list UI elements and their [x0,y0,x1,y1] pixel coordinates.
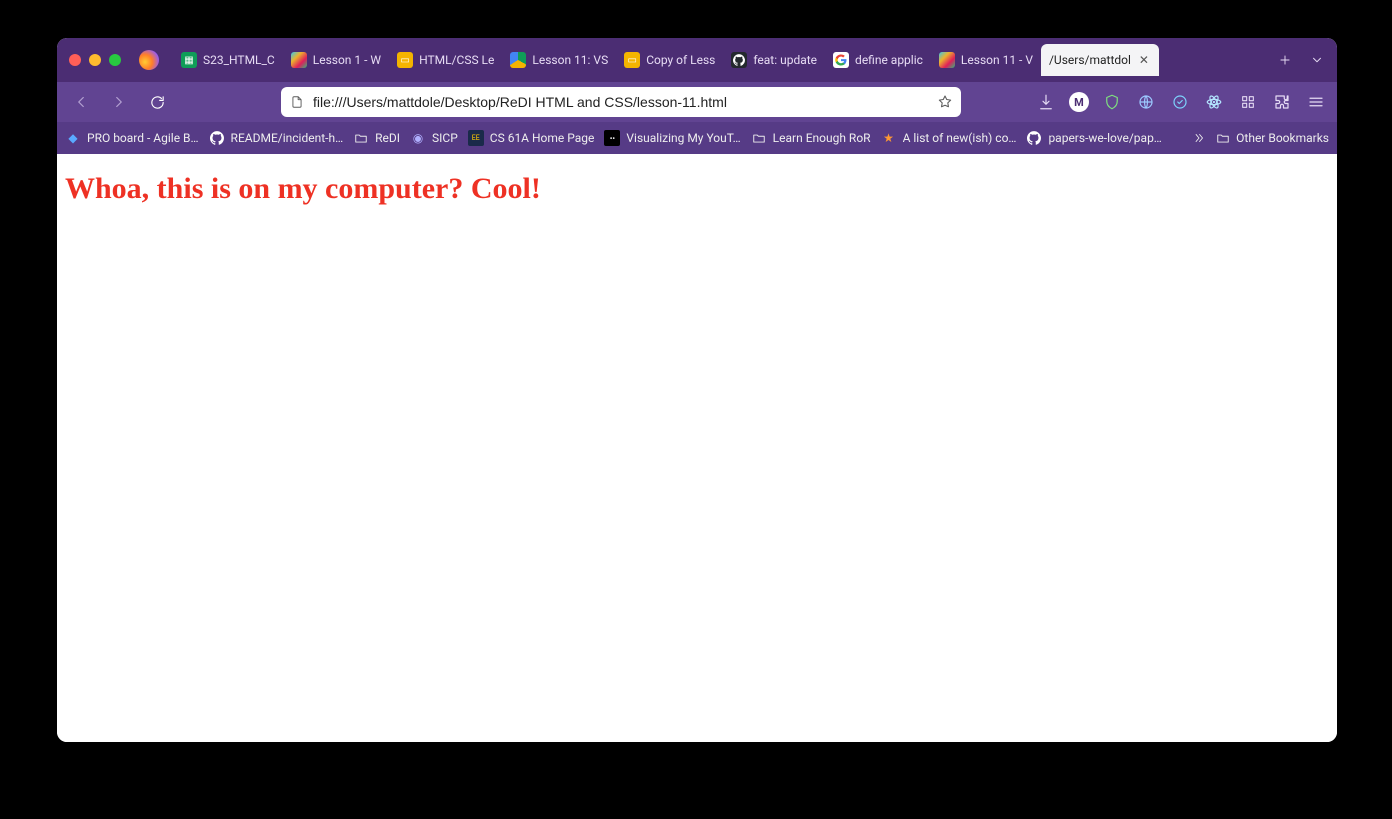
tab-s23-html[interactable]: ▦ S23_HTML_C [173,44,283,76]
drive-icon [510,52,526,68]
other-bookmarks-label: Other Bookmarks [1236,131,1329,145]
slack-icon [939,52,955,68]
folder-icon [353,130,369,146]
tab-strip: ▦ S23_HTML_C Lesson 1 - W ▭ HTML/CSS Le … [57,38,1337,82]
github-icon [731,52,747,68]
bookmark-star-icon[interactable] [937,94,953,110]
bookmark-sicp[interactable]: ◉ SICP [410,130,458,146]
toolbar-right: M [1035,91,1327,113]
reload-button[interactable] [143,88,171,116]
bookmark-papers-we-love[interactable]: papers-we-love/pap… [1026,130,1161,146]
tab-label: /Users/mattdol [1049,53,1131,67]
tab-label: Lesson 11 - V [961,53,1033,67]
url-input[interactable] [313,94,929,110]
tab-html-css[interactable]: ▭ HTML/CSS Le [389,44,502,76]
slack-icon [291,52,307,68]
globe-icon[interactable] [1135,91,1157,113]
diamond-icon: ◆ [65,130,81,146]
eecs-icon: EE [468,130,484,146]
tab-define-applic[interactable]: define applic [825,44,931,76]
shield-icon[interactable] [1101,91,1123,113]
window-controls [69,54,121,66]
tab-label: Lesson 1 - W [313,53,381,67]
tab-label: Copy of Less [646,53,715,67]
bookmark-label: Visualizing My YouT… [626,131,740,145]
bookmark-new-ish-list[interactable]: ★ A list of new(ish) co… [881,130,1017,146]
grid-icon[interactable] [1237,91,1259,113]
bookmark-pro-board[interactable]: ◆ PRO board - Agile B… [65,130,199,146]
bookmark-visualizing[interactable]: •• Visualizing My YouT… [604,130,740,146]
tab-lesson-11-v[interactable]: Lesson 11 - V [931,44,1041,76]
bookmark-label: papers-we-love/pap… [1048,131,1161,145]
bookmark-label: CS 61A Home Page [490,131,595,145]
folder-icon [1216,131,1230,145]
bookmark-label: ReDI [375,131,400,145]
star-icon: ★ [881,130,897,146]
bookmarks-bar: ◆ PRO board - Agile B… README/incident-h… [57,122,1337,154]
bookmark-learn-enough-ror[interactable]: Learn Enough RoR [751,130,871,146]
bookmark-label: A list of new(ish) co… [903,131,1017,145]
tab-lesson-11-drive[interactable]: Lesson 11: VS [502,44,616,76]
all-tabs-button[interactable] [1303,46,1331,74]
firefox-logo-icon [139,50,159,70]
sheets-icon: ▦ [181,52,197,68]
bookmark-redi-folder[interactable]: ReDI [353,130,400,146]
bookmark-readme-incident[interactable]: README/incident-h… [209,130,344,146]
medium-icon: •• [604,130,620,146]
new-tab-button[interactable] [1271,46,1299,74]
page-heading: Whoa, this is on my computer? Cool! [65,172,1329,206]
browser-window: ▦ S23_HTML_C Lesson 1 - W ▭ HTML/CSS Le … [57,38,1337,742]
tabs-container: ▦ S23_HTML_C Lesson 1 - W ▭ HTML/CSS Le … [173,44,1267,76]
react-icon[interactable] [1203,91,1225,113]
github-icon [209,130,225,146]
tab-local-file[interactable]: /Users/mattdol ✕ [1041,44,1159,76]
bookmark-label: README/incident-h… [231,131,344,145]
puzzle-icon[interactable] [1271,91,1293,113]
tab-label: S23_HTML_C [203,53,275,67]
bookmark-cs61a[interactable]: EE CS 61A Home Page [468,130,595,146]
window-minimize-button[interactable] [89,54,101,66]
window-close-button[interactable] [69,54,81,66]
download-icon[interactable] [1035,91,1057,113]
tab-label: Lesson 11: VS [532,53,608,67]
sphere-icon: ◉ [410,130,426,146]
slides-icon: ▭ [397,52,413,68]
close-icon[interactable]: ✕ [1137,53,1151,67]
github-icon [1026,130,1042,146]
address-bar[interactable] [281,87,961,117]
bookmark-label: PRO board - Agile B… [87,131,199,145]
folder-icon [751,130,767,146]
refresh-badge-icon[interactable] [1169,91,1191,113]
slides-icon: ▭ [624,52,640,68]
navigation-toolbar: M [57,82,1337,122]
google-icon [833,52,849,68]
menu-icon[interactable] [1305,91,1327,113]
bookmark-label: Learn Enough RoR [773,131,871,145]
tab-copy-of-less[interactable]: ▭ Copy of Less [616,44,723,76]
bookmark-label: SICP [432,131,458,145]
tab-feat-update[interactable]: feat: update [723,44,825,76]
bookmarks-overflow-button[interactable] [1192,131,1206,145]
tab-lesson-1[interactable]: Lesson 1 - W [283,44,389,76]
other-bookmarks-button[interactable]: Other Bookmarks [1216,131,1329,145]
tab-label: define applic [855,53,923,67]
account-badge[interactable]: M [1069,92,1089,112]
page-icon [289,94,305,110]
back-button[interactable] [67,88,95,116]
window-zoom-button[interactable] [109,54,121,66]
tab-label: feat: update [753,53,817,67]
tab-label: HTML/CSS Le [419,53,494,67]
page-viewport: Whoa, this is on my computer? Cool! [57,154,1337,742]
forward-button[interactable] [105,88,133,116]
